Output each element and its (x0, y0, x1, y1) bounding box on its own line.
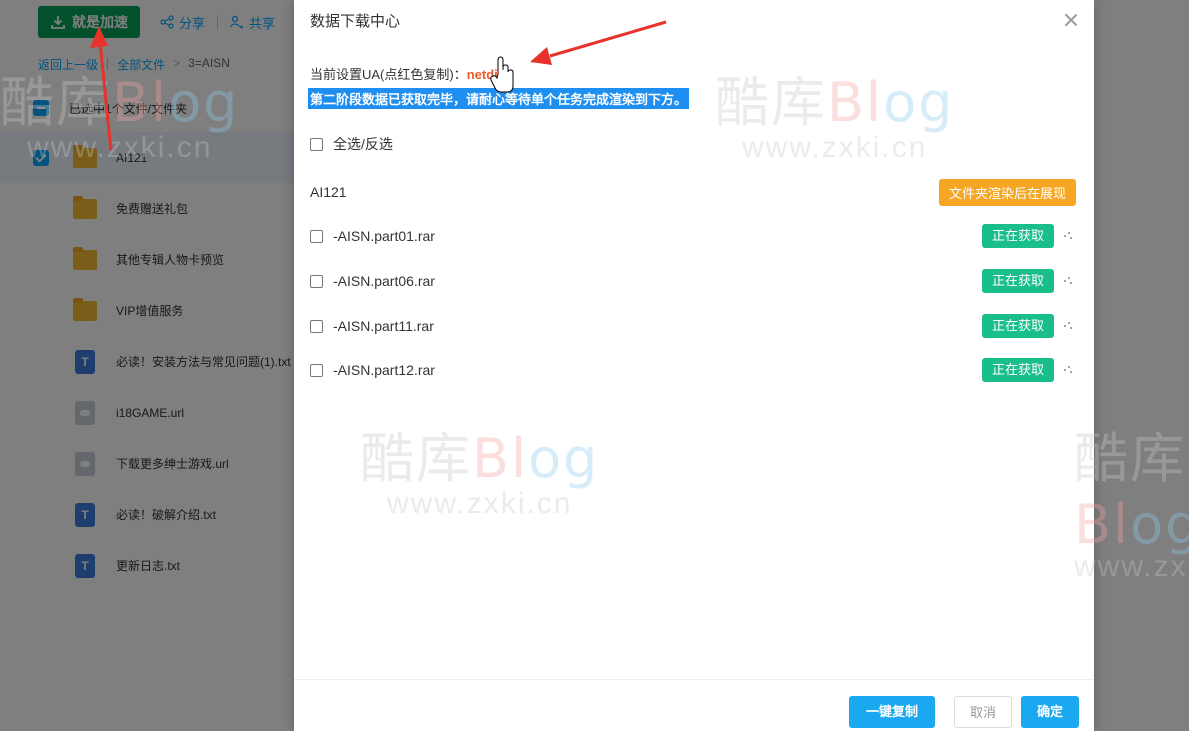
modal-header: 数据下载中心 (294, 0, 1094, 40)
copy-all-button[interactable]: 一键复制 (849, 696, 935, 728)
item-checkbox[interactable] (310, 274, 323, 288)
select-all-row[interactable]: 全选/反选 (310, 134, 1076, 154)
download-item[interactable]: -AISN.part12.rar 正在获取 (310, 358, 1076, 382)
ua-value-copy[interactable]: netdisk (467, 67, 513, 82)
item-name: -AISN.part11.rar (333, 318, 434, 334)
download-item[interactable]: -AISN.part06.rar 正在获取 (310, 269, 1076, 293)
loading-spinner-icon (1064, 277, 1072, 285)
item-checkbox[interactable] (310, 229, 323, 243)
modal-footer: 一键复制 取消 确定 (294, 679, 1094, 731)
ua-prefix: 当前设置UA(点红色复制)： (310, 67, 467, 82)
fetching-button[interactable]: 正在获取 (981, 269, 1054, 293)
close-icon[interactable] (1064, 13, 1078, 27)
fetching-button[interactable]: 正在获取 (981, 224, 1054, 248)
ua-setting: 当前设置UA(点红色复制)：netdisk (310, 64, 512, 83)
item-name: -AISN.part12.rar (333, 362, 435, 378)
select-all-checkbox[interactable] (310, 137, 323, 151)
status-message: 第二阶段数据已获取完毕，请耐心等待单个任务完成渲染到下方。 (308, 88, 690, 109)
download-center-modal: 数据下载中心 当前设置UA(点红色复制)：netdisk 第二阶段数据已获取完毕… (294, 0, 1094, 731)
modal-title: 数据下载中心 (310, 12, 401, 30)
download-item[interactable]: -AISN.part01.rar 正在获取 (310, 224, 1076, 248)
fetching-button[interactable]: 正在获取 (981, 358, 1054, 382)
folder-badge: 文件夹渲染后在展现 (938, 179, 1076, 206)
item-checkbox[interactable] (310, 319, 323, 333)
folder-row: AI121 文件夹渲染后在展现 (310, 179, 1076, 206)
cancel-button[interactable]: 取消 (954, 696, 1012, 728)
loading-spinner-icon (1064, 322, 1072, 330)
folder-name: AI121 (310, 184, 347, 200)
select-all-label: 全选/反选 (333, 136, 393, 152)
loading-spinner-icon (1064, 366, 1072, 374)
item-name: -AISN.part01.rar (333, 228, 435, 244)
download-item[interactable]: -AISN.part11.rar 正在获取 (310, 314, 1076, 338)
fetching-button[interactable]: 正在获取 (981, 314, 1054, 338)
item-name: -AISN.part06.rar (333, 273, 435, 289)
item-checkbox[interactable] (310, 363, 323, 377)
loading-spinner-icon (1064, 232, 1072, 240)
confirm-button[interactable]: 确定 (1021, 696, 1079, 728)
